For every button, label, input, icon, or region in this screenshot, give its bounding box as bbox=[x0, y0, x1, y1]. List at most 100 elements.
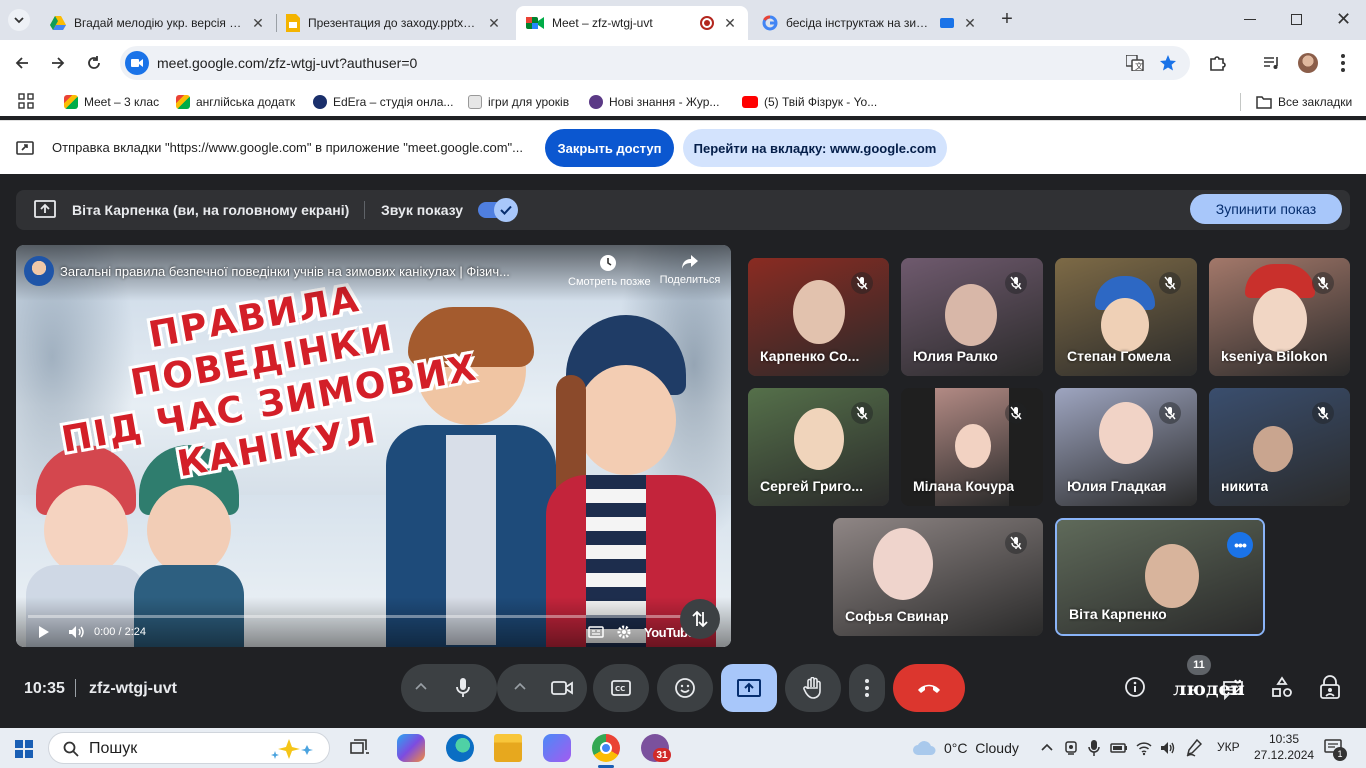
presenting-bar-divider bbox=[364, 201, 365, 219]
share-sound-toggle[interactable] bbox=[478, 198, 518, 222]
tab-google[interactable]: бесіда інструктаж на зимові ✕ bbox=[752, 6, 988, 40]
participant-tile-self[interactable]: ••• Віта Карпенко bbox=[1055, 518, 1265, 636]
channel-avatar[interactable] bbox=[24, 256, 54, 286]
participant-tile[interactable]: Сергей Григо... bbox=[748, 388, 889, 506]
browser-menu-icon[interactable] bbox=[1341, 54, 1345, 72]
close-window-button[interactable]: ✕ bbox=[1336, 9, 1351, 30]
settings-gear-icon[interactable] bbox=[616, 624, 632, 640]
copilot-icon[interactable] bbox=[397, 734, 425, 762]
participant-tile[interactable]: Мілана Кочура bbox=[901, 388, 1043, 506]
windows-start-icon[interactable] bbox=[15, 740, 33, 758]
stop-presenting-button[interactable]: Зупинити показ bbox=[1190, 194, 1342, 224]
windows-taskbar: Пошук 31 0°C Cloudy УКР 10:35 27.12.2024… bbox=[0, 728, 1366, 768]
bookmark-star-icon[interactable] bbox=[1159, 54, 1177, 72]
present-now-button[interactable] bbox=[721, 664, 777, 712]
people-label: людей bbox=[1173, 678, 1245, 700]
restore-button[interactable] bbox=[1291, 14, 1302, 25]
captions-icon[interactable] bbox=[588, 626, 604, 638]
task-view-icon[interactable] bbox=[350, 739, 370, 757]
weather-widget[interactable]: 0°C Cloudy bbox=[912, 738, 1019, 758]
bookmark-english[interactable]: англійська додатк bbox=[176, 92, 295, 112]
back-arrow-icon[interactable] bbox=[14, 55, 30, 71]
more-options-button[interactable]: ••• bbox=[1227, 532, 1253, 558]
video-title[interactable]: Загальні правила безпечної поведінки учн… bbox=[60, 264, 510, 279]
participant-tile[interactable]: Степан Гомела bbox=[1055, 258, 1197, 376]
google-drive-icon bbox=[50, 16, 66, 30]
activities-button[interactable] bbox=[1271, 676, 1293, 698]
extensions-icon[interactable] bbox=[1209, 54, 1227, 72]
apps-grid-icon[interactable] bbox=[18, 93, 34, 109]
participant-tile[interactable]: Софья Свинар bbox=[833, 518, 1043, 636]
notifications-button[interactable]: 1 bbox=[1324, 739, 1347, 761]
go-to-tab-button[interactable]: Перейти на вкладку: www.google.com bbox=[683, 129, 947, 167]
reactions-button[interactable] bbox=[657, 664, 713, 712]
forward-arrow-icon[interactable] bbox=[50, 55, 66, 71]
play-icon[interactable] bbox=[38, 625, 50, 639]
search-icon bbox=[63, 741, 79, 757]
leave-call-button[interactable] bbox=[893, 664, 965, 712]
system-clock[interactable]: 10:35 27.12.2024 bbox=[1254, 732, 1314, 762]
chevron-up-icon[interactable] bbox=[415, 682, 427, 690]
bookmark-games[interactable]: ігри для уроків bbox=[468, 92, 569, 112]
participant-tile[interactable]: Юлия Гладкая bbox=[1055, 388, 1197, 506]
people-button[interactable]: 11 людей bbox=[1168, 654, 1248, 704]
wifi-icon[interactable] bbox=[1136, 740, 1152, 756]
close-icon[interactable]: ✕ bbox=[962, 15, 978, 32]
taskbar-search-box[interactable]: Пошук bbox=[48, 732, 330, 764]
shared-youtube-video[interactable]: ПРАВИЛА ПОВЕДІНКИ ПІД ЧАС ЗИМОВИХ КАНІКУ… bbox=[16, 245, 731, 647]
tab-search-button[interactable] bbox=[8, 9, 30, 31]
google-slides-icon bbox=[286, 14, 300, 32]
volume-icon[interactable] bbox=[68, 625, 86, 639]
tab-presentation[interactable]: Презентация до заходу.pptx - Google ✕ bbox=[276, 6, 512, 40]
site-info-icon[interactable] bbox=[125, 51, 149, 75]
pen-icon[interactable] bbox=[1186, 739, 1202, 757]
video-progress-bar[interactable] bbox=[28, 615, 718, 618]
tab-meet[interactable]: Meet – zfz-wtgj-uvt ✕ bbox=[516, 6, 748, 40]
participant-tile[interactable]: Юлия Ралко bbox=[901, 258, 1043, 376]
bookmark-fizruk[interactable]: (5) Твій Фізрук - Yo... bbox=[742, 92, 877, 112]
battery-icon[interactable] bbox=[1110, 741, 1128, 755]
camera-icon[interactable] bbox=[551, 680, 573, 696]
stop-sharing-button[interactable]: Закрыть доступ bbox=[545, 129, 674, 167]
meeting-details-button[interactable] bbox=[1124, 676, 1146, 698]
close-icon[interactable]: ✕ bbox=[722, 15, 738, 32]
microphone-icon[interactable] bbox=[455, 677, 471, 699]
close-icon[interactable]: ✕ bbox=[250, 15, 266, 32]
chevron-up-icon[interactable] bbox=[1041, 743, 1053, 751]
more-options-button[interactable] bbox=[849, 664, 885, 712]
expand-video-button[interactable] bbox=[680, 599, 720, 639]
file-explorer-icon[interactable] bbox=[494, 734, 522, 762]
viber-icon[interactable]: 31 bbox=[641, 734, 671, 762]
google-icon bbox=[762, 15, 778, 31]
profile-avatar[interactable] bbox=[1298, 53, 1318, 73]
chrome-icon[interactable] bbox=[592, 734, 620, 762]
close-icon[interactable]: ✕ bbox=[486, 15, 502, 32]
bookmark-new-knowledge[interactable]: Нові знання - Жур... bbox=[589, 92, 719, 112]
edge-icon[interactable] bbox=[446, 734, 474, 762]
new-tab-button[interactable]: + bbox=[996, 9, 1018, 31]
bookmark-meet-class[interactable]: Meet – 3 клас bbox=[64, 92, 159, 112]
raise-hand-button[interactable] bbox=[785, 664, 841, 712]
chevron-up-icon[interactable] bbox=[514, 682, 526, 690]
captions-button[interactable]: CC bbox=[593, 664, 649, 712]
share-label: Поделиться bbox=[659, 274, 721, 286]
participant-tile[interactable]: kseniya Bilokon bbox=[1209, 258, 1350, 376]
reload-icon[interactable] bbox=[86, 55, 102, 71]
media-controls-icon[interactable] bbox=[1263, 55, 1281, 71]
volume-tray-icon[interactable] bbox=[1160, 740, 1176, 756]
all-bookmarks-button[interactable]: Все закладки bbox=[1256, 92, 1352, 112]
store-icon[interactable] bbox=[543, 734, 571, 762]
participant-tile[interactable]: никита bbox=[1209, 388, 1350, 506]
translate-icon[interactable]: 文 bbox=[1126, 55, 1144, 71]
minimize-button[interactable] bbox=[1244, 19, 1256, 20]
watch-later-button[interactable]: Смотреть позже bbox=[568, 254, 651, 288]
camera-tray-icon[interactable] bbox=[1063, 740, 1079, 756]
bookmark-edera[interactable]: EdEra – студія онла... bbox=[313, 92, 453, 112]
host-controls-button[interactable] bbox=[1319, 675, 1341, 699]
input-language[interactable]: УКР bbox=[1217, 740, 1240, 754]
microphone-tray-icon[interactable] bbox=[1088, 739, 1100, 757]
address-bar[interactable]: meet.google.com/zfz-wtgj-uvt?authuser=0 … bbox=[120, 46, 1190, 80]
participant-tile[interactable]: Карпенко Со... bbox=[748, 258, 889, 376]
tab-melody[interactable]: Вгадай мелодію укр. версія – Gem ✕ bbox=[40, 6, 276, 40]
share-button[interactable]: Поделиться bbox=[656, 254, 724, 286]
